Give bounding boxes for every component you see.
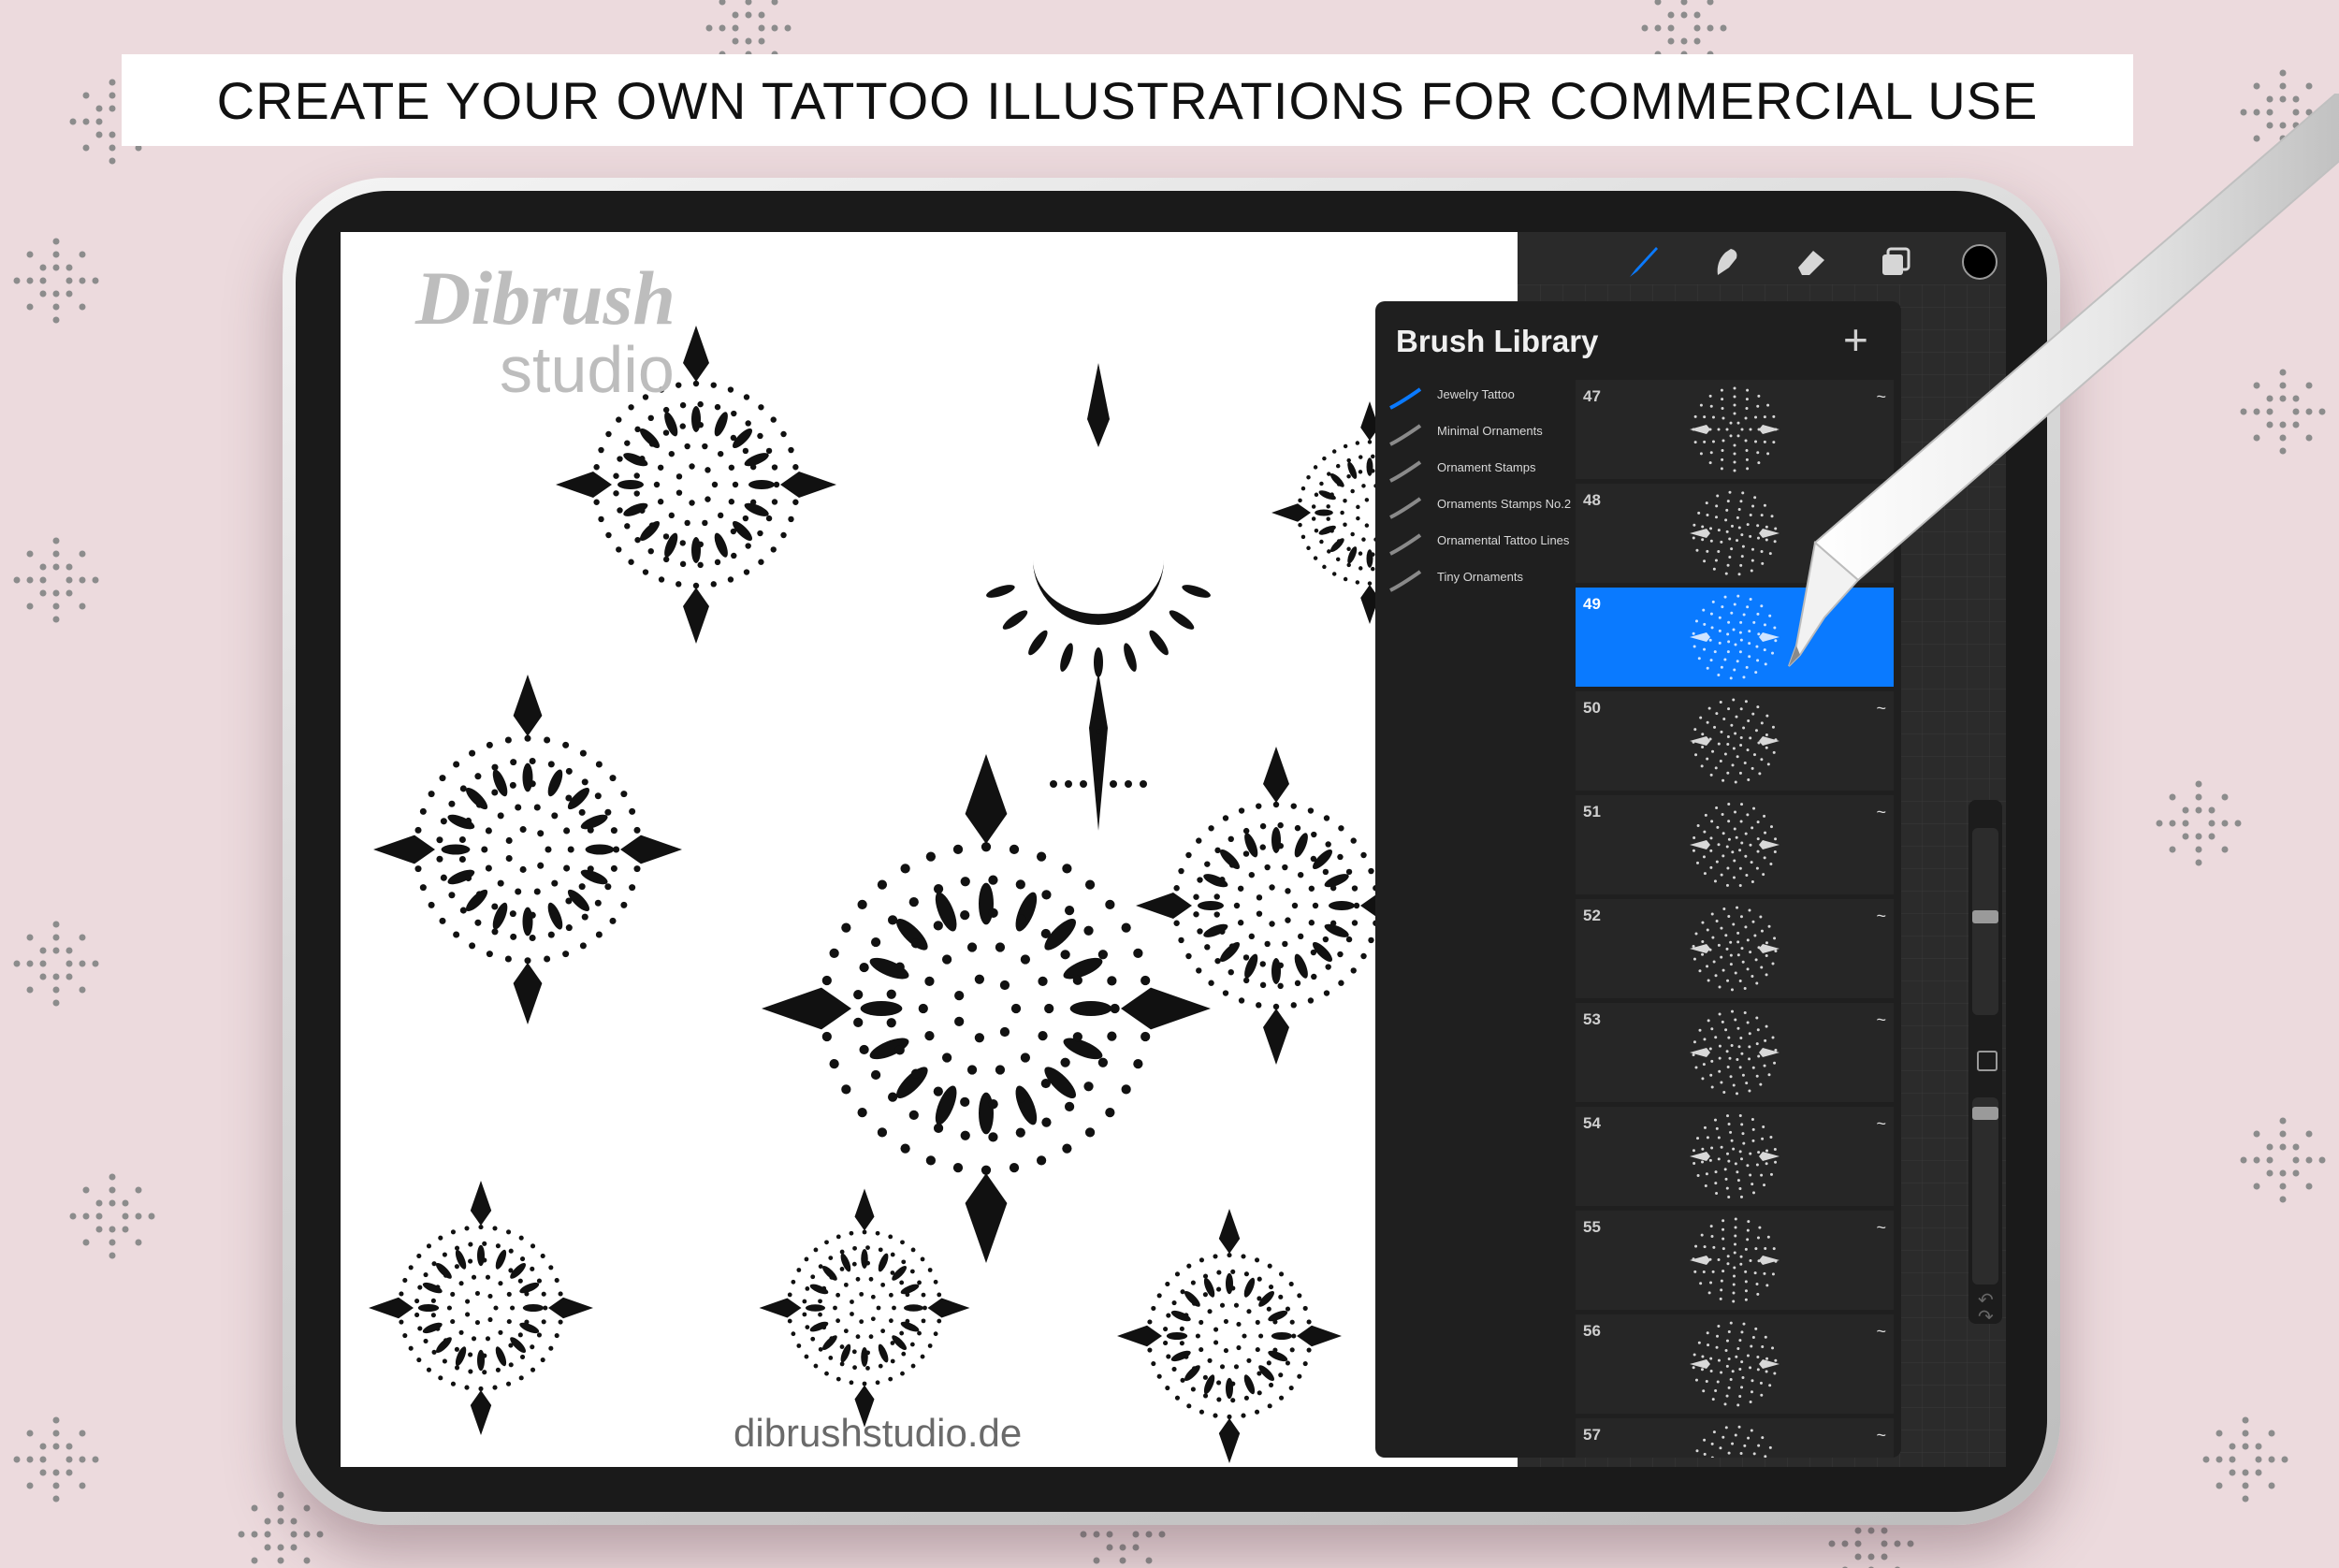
brush-preview [1690, 1113, 1780, 1199]
brush-set-item[interactable]: Ornamental Tattoo Lines [1375, 526, 1574, 562]
brush-preview [1690, 802, 1780, 888]
procreate-screen: Dibrush studio dibrushstudio.de Brush Li… [341, 232, 2006, 1467]
brush-set-label: Ornaments Stamps No.2 [1437, 497, 1572, 511]
brush-set-label: Jewelry Tattoo [1437, 387, 1515, 401]
brush-item[interactable]: 48 ~ [1576, 484, 1894, 583]
brush-icon[interactable] [1622, 241, 1663, 283]
brush-number: 50 [1583, 699, 1601, 717]
modify-button[interactable] [1977, 1051, 1998, 1071]
brush-set-label: Minimal Ornaments [1437, 424, 1543, 438]
brush-number: 52 [1583, 907, 1601, 924]
brush-set-label: Tiny Ornaments [1437, 570, 1523, 584]
stroke-preview-icon: ~ [1876, 1322, 1886, 1341]
drawing-canvas[interactable]: Dibrush studio dibrushstudio.de [341, 232, 1518, 1467]
brush-stroke-icon [1389, 460, 1422, 483]
ornament-artwork [369, 326, 1468, 1463]
brush-set-item[interactable]: Minimal Ornaments [1375, 416, 1574, 453]
brush-stroke-icon [1389, 533, 1422, 556]
brush-preview [1690, 1217, 1780, 1303]
brush-stroke-icon [1389, 387, 1422, 410]
brush-item[interactable]: 50 ~ [1576, 691, 1894, 791]
brush-library-panel: Brush Library + Jewelry Tattoo Minimal O… [1375, 301, 1901, 1458]
brush-set-item[interactable]: Ornament Stamps [1375, 453, 1574, 489]
add-brush-button[interactable]: + [1843, 318, 1868, 361]
eraser-icon[interactable] [1791, 241, 1832, 283]
size-slider-thumb[interactable] [1972, 910, 1998, 923]
brush-item[interactable]: 51 ~ [1576, 795, 1894, 894]
brush-preview [1690, 906, 1780, 992]
redo-icon[interactable]: ↷ [1978, 1305, 1994, 1328]
brush-item[interactable]: 54 ~ [1576, 1107, 1894, 1206]
brush-item[interactable]: 57 ~ [1576, 1418, 1894, 1458]
brush-preview [1690, 490, 1780, 576]
brush-set-list: Jewelry Tattoo Minimal Ornaments Ornamen… [1375, 380, 1574, 599]
brush-number: 54 [1583, 1114, 1601, 1132]
stroke-preview-icon: ~ [1876, 1218, 1886, 1237]
layers-icon[interactable] [1875, 241, 1916, 283]
stroke-preview-icon: ~ [1876, 1010, 1886, 1029]
stroke-preview-icon: ~ [1876, 1114, 1886, 1133]
stroke-preview-icon: ~ [1876, 387, 1886, 406]
panel-title: Brush Library [1396, 324, 1599, 358]
brush-preview [1690, 1321, 1780, 1407]
brush-stroke-icon [1389, 570, 1422, 592]
brush-item[interactable]: 55 ~ [1576, 1211, 1894, 1310]
logo-title: Dibrush [415, 255, 676, 341]
brush-item[interactable]: 56 ~ [1576, 1314, 1894, 1414]
brush-list: 47 ~ 48 ~ 49 50 ~ 51 ~ 52 ~ 53 ~ 54 ~ 55 ~ 56 ~ 5… [1576, 380, 1894, 1458]
brush-set-item[interactable]: Tiny Ornaments [1375, 562, 1574, 599]
brush-preview [1690, 386, 1780, 472]
brush-preview [1690, 698, 1780, 784]
brush-number: 56 [1583, 1322, 1601, 1340]
stroke-preview-icon: ~ [1876, 491, 1886, 510]
brush-number: 55 [1583, 1218, 1601, 1236]
brush-preview [1690, 1009, 1780, 1096]
brush-item[interactable]: 52 ~ [1576, 899, 1894, 998]
brush-set-item[interactable]: Ornaments Stamps No.2 [1375, 489, 1574, 526]
logo-subtitle: studio [500, 333, 675, 406]
title-banner: CREATE YOUR OWN TATTOO ILLUSTRATIONS FOR… [122, 54, 2133, 146]
brush-item-selected[interactable]: 49 [1576, 588, 1894, 687]
color-icon[interactable] [1959, 241, 2000, 283]
brush-preview [1695, 1425, 1772, 1458]
brush-stroke-icon [1389, 424, 1422, 446]
smudge-icon[interactable] [1707, 241, 1748, 283]
brush-preview [1690, 594, 1780, 680]
stroke-preview-icon: ~ [1876, 699, 1886, 718]
website-url: dibrushstudio.de [734, 1411, 1023, 1455]
brush-number: 53 [1583, 1010, 1601, 1028]
brush-set-label: Ornament Stamps [1437, 460, 1536, 474]
side-slider-bar: ↶ ↷ [1969, 800, 2002, 1328]
stroke-preview-icon: ~ [1876, 907, 1886, 925]
brush-number: 51 [1583, 803, 1601, 820]
brush-stroke-icon [1389, 497, 1422, 519]
stroke-preview-icon: ~ [1876, 803, 1886, 821]
brush-size-slider[interactable] [1972, 828, 1998, 1015]
brush-item[interactable]: 53 ~ [1576, 1003, 1894, 1102]
stroke-preview-icon: ~ [1876, 1426, 1886, 1445]
brush-number: 47 [1583, 387, 1601, 405]
brush-number: 49 [1583, 595, 1601, 613]
brush-item[interactable]: 47 ~ [1576, 380, 1894, 479]
brush-number: 48 [1583, 491, 1601, 509]
brush-set-label: Ornamental Tattoo Lines [1437, 533, 1570, 547]
top-toolbar [1604, 232, 2006, 284]
dibrush-logo: Dibrush studio [415, 255, 676, 406]
brush-number: 57 [1583, 1426, 1601, 1444]
banner-text: CREATE YOUR OWN TATTOO ILLUSTRATIONS FOR… [216, 70, 2039, 130]
opacity-slider-thumb[interactable] [1972, 1107, 1998, 1120]
brush-set-item[interactable]: Jewelry Tattoo [1375, 380, 1574, 416]
opacity-slider[interactable] [1972, 1097, 1998, 1285]
